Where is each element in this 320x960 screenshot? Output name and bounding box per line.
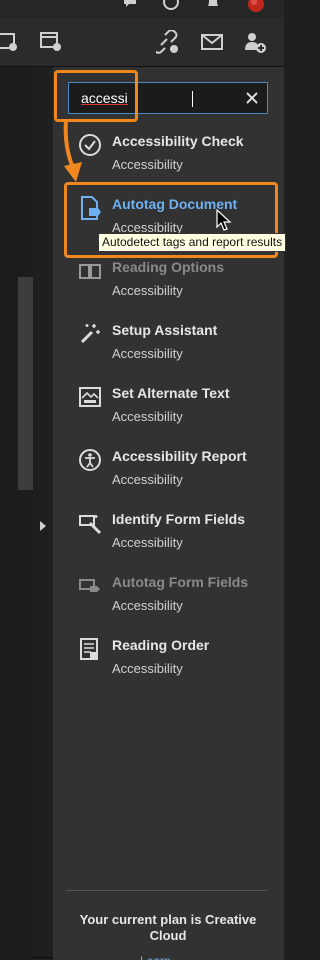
result-subtitle: Accessibility xyxy=(112,661,183,676)
avatar[interactable] xyxy=(248,0,264,12)
autotag-form-fields-icon xyxy=(79,579,100,592)
reading-options-icon xyxy=(79,264,101,279)
autotag-document-icon xyxy=(81,196,101,220)
result-reading-order[interactable]: Reading Order Accessibility xyxy=(72,635,284,693)
expand-panel-icon[interactable] xyxy=(38,520,48,532)
print-settings-icon[interactable] xyxy=(0,30,20,54)
top-strip xyxy=(0,0,284,18)
window-settings-icon[interactable] xyxy=(40,30,64,54)
document-pane xyxy=(0,67,33,960)
result-subtitle: Accessibility xyxy=(112,157,183,172)
chat-icon[interactable] xyxy=(122,0,138,10)
result-title: Set Alternate Text xyxy=(112,385,230,401)
result-subtitle: Accessibility xyxy=(112,472,183,487)
check-circle-icon xyxy=(79,134,101,156)
result-title: Reading Order xyxy=(112,637,210,653)
result-accessibility-check[interactable]: Accessibility Check Accessibility xyxy=(72,131,284,189)
scrollbar-thumb[interactable] xyxy=(18,277,33,490)
result-autotag-form-fields[interactable]: Autotag Form Fields Accessibility xyxy=(72,572,284,630)
tooltip: Autodetect tags and report results xyxy=(98,233,287,252)
email-icon[interactable] xyxy=(200,30,224,54)
result-subtitle: Accessibility xyxy=(112,409,183,424)
clear-search-icon[interactable] xyxy=(245,91,259,105)
alternate-text-icon xyxy=(79,387,101,407)
share-link-icon[interactable] xyxy=(156,30,180,54)
result-subtitle: Accessibility xyxy=(112,598,183,613)
result-title: Reading Options xyxy=(112,259,224,275)
help-icon[interactable] xyxy=(163,0,179,10)
toolbar xyxy=(0,18,284,67)
search-annotation-box xyxy=(54,70,138,122)
reading-order-icon xyxy=(80,638,98,660)
result-subtitle: Accessibility xyxy=(112,346,183,361)
result-reading-options[interactable]: Reading Options Accessibility xyxy=(72,257,284,315)
magic-wand-icon xyxy=(80,324,100,344)
result-identify-form-fields[interactable]: Identify Form Fields Accessibility xyxy=(72,509,284,567)
result-title: Setup Assistant xyxy=(112,322,218,338)
text-caret xyxy=(192,91,193,107)
result-title: Accessibility Check xyxy=(112,133,244,149)
result-subtitle: Accessibility xyxy=(112,535,183,550)
result-subtitle: Accessibility xyxy=(112,283,183,298)
add-user-icon[interactable] xyxy=(243,30,267,54)
result-setup-assistant[interactable]: Setup Assistant Accessibility xyxy=(72,320,284,378)
result-set-alternate-text[interactable]: Set Alternate Text Accessibility xyxy=(72,383,284,441)
notification-bell-icon[interactable] xyxy=(205,0,221,10)
plan-text: Your current plan is Creative Cloud xyxy=(79,912,257,943)
result-title: Identify Form Fields xyxy=(112,511,246,527)
identify-form-fields-icon xyxy=(79,515,102,535)
panel-divider xyxy=(66,890,267,891)
learn-more-link[interactable]: Learn More xyxy=(140,954,180,960)
result-accessibility-report[interactable]: Accessibility Report Accessibility xyxy=(72,446,284,504)
mouse-cursor-icon xyxy=(216,209,232,231)
result-title: Autotag Form Fields xyxy=(112,574,249,590)
result-title: Accessibility Report xyxy=(112,448,247,464)
accessibility-person-icon xyxy=(79,449,101,471)
